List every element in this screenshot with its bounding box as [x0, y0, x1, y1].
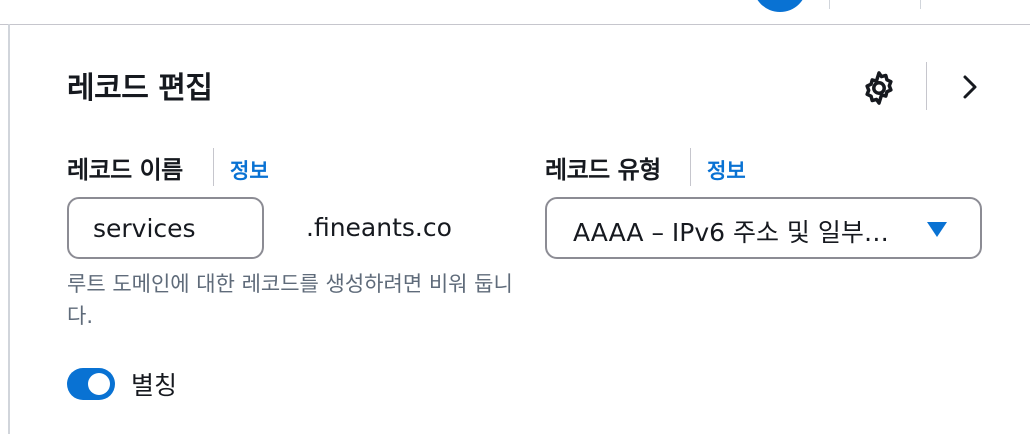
top-divider — [829, 0, 830, 9]
top-bar — [0, 0, 1030, 25]
chevron-right-icon[interactable] — [955, 70, 985, 104]
alias-toggle[interactable] — [67, 368, 115, 400]
user-avatar[interactable] — [753, 0, 807, 12]
caret-down-icon — [927, 222, 947, 237]
record-name-description: 루트 도메인에 대한 레코드를 생성하려면 비워 둡니다. — [67, 272, 513, 328]
toggle-knob — [88, 373, 110, 395]
gear-icon[interactable] — [860, 69, 898, 107]
record-type-info-link[interactable]: 정보 — [707, 155, 746, 185]
panel-left-border — [8, 24, 10, 434]
record-name-info-link[interactable]: 정보 — [230, 155, 269, 185]
record-type-label: 레코드 유형 — [545, 156, 661, 184]
record-type-value: AAAA – IPv6 주소 및 일부… — [573, 218, 889, 247]
label-divider — [213, 148, 214, 186]
alias-label: 별칭 — [131, 371, 178, 400]
domain-suffix: .fineants.co — [306, 213, 452, 242]
panel-title: 레코드 편집 — [67, 71, 213, 106]
record-name-label: 레코드 이름 — [67, 156, 183, 184]
record-name-input[interactable] — [67, 197, 264, 259]
top-divider — [920, 0, 921, 9]
header-divider — [926, 62, 927, 110]
label-divider — [690, 148, 691, 186]
record-type-select[interactable]: AAAA – IPv6 주소 및 일부… — [545, 197, 982, 259]
